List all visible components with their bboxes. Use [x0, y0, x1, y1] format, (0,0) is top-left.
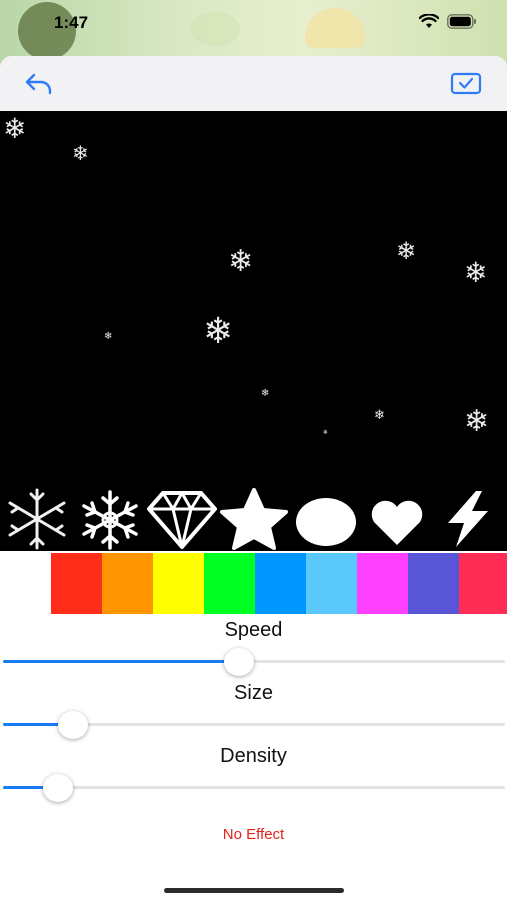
snowflake-particle: ❄ — [3, 112, 27, 145]
density-slider[interactable] — [3, 772, 505, 802]
color-swatch-blue[interactable] — [255, 553, 306, 614]
density-label: Density — [220, 745, 287, 767]
battery-icon — [447, 14, 476, 29]
home-indicator — [164, 888, 344, 893]
system-icons — [419, 14, 477, 29]
undo-arrow-icon — [25, 73, 52, 95]
speed-label: Speed — [224, 619, 283, 641]
color-swatch-yellow[interactable] — [153, 553, 204, 614]
diamond-shape[interactable] — [145, 489, 219, 551]
slider-thumb[interactable] — [58, 711, 89, 739]
color-swatch-white[interactable] — [0, 553, 51, 614]
snowflake-thin-shape[interactable] — [0, 488, 74, 550]
color-swatch-red[interactable] — [51, 553, 102, 614]
color-swatch-orange[interactable] — [102, 553, 153, 614]
slider-fill — [3, 660, 239, 663]
color-swatch-light-blue[interactable] — [306, 553, 357, 614]
effect-preview-canvas: ❄ ❄ ❄ ❄ ❄ ❄ ❄ ❄ ❄ ❄ ❄ — [0, 111, 507, 551]
color-swatch-magenta[interactable] — [357, 553, 408, 614]
snowflake-ornate-shape[interactable] — [78, 490, 142, 550]
color-picker — [0, 553, 507, 614]
speed-slider[interactable] — [3, 646, 505, 676]
snowflake-particle: ❄ — [464, 404, 490, 439]
back-button[interactable] — [24, 70, 54, 96]
color-swatch-indigo[interactable] — [408, 553, 459, 614]
checkmark-box-icon — [450, 72, 482, 95]
snowflake-particle: ❄ — [203, 311, 234, 352]
status-bar: 1:47 — [0, 0, 507, 46]
slider-thumb[interactable] — [43, 774, 74, 802]
size-label: Size — [234, 682, 273, 704]
color-swatch-green[interactable] — [204, 553, 255, 614]
lightning-shape[interactable] — [440, 489, 496, 549]
snowflake-particle: ❄ — [464, 256, 488, 289]
heart-shape[interactable] — [368, 499, 426, 547]
effect-editor-sheet: ❄ ❄ ❄ ❄ ❄ ❄ ❄ ❄ ❄ ❄ ❄ Speed Size Density… — [0, 56, 507, 900]
slider-thumb[interactable] — [223, 648, 254, 676]
star-shape[interactable] — [218, 488, 290, 550]
nav-bar — [0, 56, 507, 111]
snowflake-particle: ❄ — [396, 237, 417, 265]
snowflake-particle: ❄ — [374, 408, 385, 423]
status-time: 1:47 — [54, 13, 89, 32]
snowflake-particle: ❄ — [323, 429, 329, 436]
snowflake-particle: ❄ — [261, 388, 270, 399]
color-swatch-pink[interactable] — [459, 553, 507, 614]
wifi-icon — [419, 14, 439, 28]
circle-shape[interactable] — [294, 496, 358, 548]
size-slider[interactable] — [3, 709, 505, 739]
no-effect-button[interactable]: No Effect — [0, 826, 507, 843]
snowflake-particle: ❄ — [228, 244, 254, 279]
snowflake-particle: ❄ — [72, 141, 89, 165]
snowflake-particle: ❄ — [104, 331, 113, 342]
confirm-button[interactable] — [450, 70, 482, 96]
slider-track — [3, 786, 505, 789]
